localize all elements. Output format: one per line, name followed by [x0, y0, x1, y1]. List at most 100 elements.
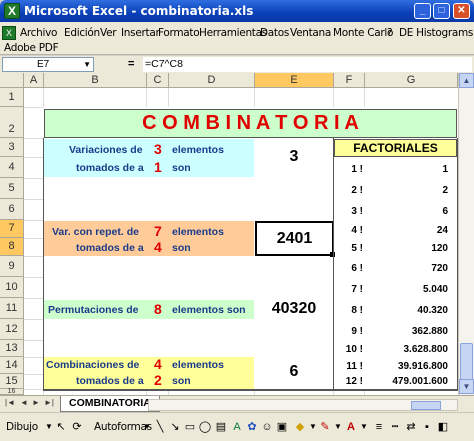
row-header-1[interactable]: 1 [0, 88, 24, 107]
row-header-5[interactable]: 5 [0, 178, 24, 199]
wordart-icon[interactable]: A [230, 420, 244, 434]
tab-combinatoria[interactable]: COMBINATORIA [60, 396, 160, 412]
line-color-icon[interactable]: ✎ [318, 420, 332, 434]
fact-v: 120 [431, 243, 448, 254]
rectangle-icon[interactable]: ▭ [183, 420, 197, 434]
sheet-title: C O M B I N A T O R I A [44, 109, 457, 138]
fact-n: 11 ! [346, 361, 363, 372]
close-button[interactable]: ✕ [453, 3, 470, 19]
chevron-down-icon[interactable]: ▼ [140, 420, 154, 434]
row-header-8[interactable]: 8 [0, 238, 24, 256]
fact-n: 3 ! [351, 206, 363, 217]
line-icon[interactable]: ╲ [153, 420, 167, 434]
row-header-11[interactable]: 11 [0, 298, 24, 319]
arrow-style-icon[interactable]: ⇄ [404, 420, 418, 434]
combinaciones-n: 4 [154, 356, 162, 372]
var-rep-k: 4 [154, 239, 162, 255]
vertical-scroll-thumb[interactable] [460, 343, 473, 381]
permutaciones-result[interactable]: 40320 [255, 300, 333, 318]
col-header-e[interactable]: E [255, 73, 334, 88]
menu-edicion[interactable]: Edición [64, 27, 100, 39]
menu-adobe-pdf[interactable]: Adobe PDF [4, 42, 59, 54]
first-sheet-icon[interactable]: |◄ [5, 398, 15, 407]
picture-icon[interactable]: ▣ [275, 420, 289, 434]
row-header-14[interactable]: 14 [0, 357, 24, 374]
chevron-down-icon[interactable]: ▼ [357, 420, 371, 434]
row-header-12[interactable]: 12 [0, 319, 24, 340]
variaciones-result[interactable]: 3 [255, 148, 333, 166]
dash-style-icon[interactable]: ┅ [388, 420, 402, 434]
row-header-13[interactable]: 13 [0, 340, 24, 357]
chevron-down-icon[interactable]: ▼ [83, 58, 91, 71]
rotate-icon[interactable]: ⟳ [70, 420, 84, 434]
col-header-b[interactable]: B [44, 73, 147, 88]
menu-ver[interactable]: Ver [100, 27, 117, 39]
fact-v: 720 [431, 263, 448, 274]
row-header-6[interactable]: 6 [0, 199, 24, 220]
cell-area[interactable]: C O M B I N A T O R I A Variaciones de 3… [24, 88, 458, 395]
vertical-scrollbar[interactable]: ▲ ▼ [458, 73, 474, 395]
row-header-15[interactable]: 15 [0, 374, 24, 389]
scroll-down-icon[interactable]: ▼ [459, 379, 474, 394]
font-color-icon[interactable]: A [344, 420, 358, 434]
menu-insertar[interactable]: Insertar [121, 27, 160, 39]
last-sheet-icon[interactable]: ►| [44, 398, 54, 407]
select-pointer-icon[interactable]: ↖ [54, 420, 68, 434]
menu-help[interactable]: ? [387, 27, 393, 39]
fact-v: 479.001.600 [392, 376, 448, 387]
textbox-icon[interactable]: ▤ [214, 420, 228, 434]
border-line [43, 389, 458, 391]
menu-de-histograms[interactable]: DE Histograms [399, 27, 473, 39]
arrow-icon[interactable]: ↘ [168, 420, 182, 434]
combinaciones-result[interactable]: 6 [255, 363, 333, 381]
fact-n: 10 ! [345, 344, 363, 355]
row-header-9[interactable]: 9 [0, 256, 24, 277]
next-sheet-icon[interactable]: ► [32, 398, 40, 407]
col-header-f[interactable]: F [334, 73, 365, 88]
col-header-c[interactable]: C [147, 73, 169, 88]
fill-color-icon[interactable]: ◆ [293, 420, 307, 434]
workbook-icon[interactable]: X [2, 26, 16, 40]
diagram-icon[interactable]: ✿ [245, 420, 259, 434]
row-header-4[interactable]: 4 [0, 157, 24, 178]
fact-n: 4 ! [351, 225, 363, 236]
permutaciones-n: 8 [154, 301, 162, 317]
menu-formato[interactable]: Formato [158, 27, 200, 39]
formula-input[interactable]: =C7^C8 [143, 57, 472, 72]
col-header-d[interactable]: D [169, 73, 255, 88]
menu-datos[interactable]: Datos [260, 27, 289, 39]
oval-icon[interactable]: ◯ [198, 420, 212, 434]
dibujo-menu[interactable]: Dibujo [6, 421, 38, 433]
row-header-2[interactable]: 2 [0, 107, 24, 138]
row-header-10[interactable]: 10 [0, 277, 24, 298]
clipart-icon[interactable]: ☺ [260, 420, 274, 434]
line-style-icon[interactable]: ≡ [372, 420, 386, 434]
menu-ventana[interactable]: Ventana [290, 27, 331, 39]
menu-herramientas[interactable]: Herramientas [199, 27, 267, 39]
active-cell-e7[interactable]: 2401 [255, 221, 334, 256]
fact-n: 7 ! [351, 284, 363, 295]
3d-icon[interactable]: ◧ [436, 420, 450, 434]
variaciones-son: son [172, 162, 191, 174]
fact-n: 2 ! [351, 185, 363, 196]
col-header-a[interactable]: A [24, 73, 44, 88]
name-box-value: E7 [37, 59, 50, 70]
shadow-icon[interactable]: ▪ [420, 420, 434, 434]
select-all-corner[interactable] [0, 73, 24, 88]
horizontal-scrollbar[interactable] [148, 399, 458, 411]
var-rep-elementos: elementos [172, 226, 224, 238]
maximize-button[interactable]: □ [433, 3, 450, 19]
chevron-down-icon[interactable]: ▼ [331, 420, 345, 434]
minimize-button[interactable]: _ [414, 3, 431, 19]
excel-icon[interactable]: X [4, 3, 20, 19]
scroll-up-icon[interactable]: ▲ [459, 73, 474, 88]
fact-v: 362.880 [411, 326, 448, 337]
prev-sheet-icon[interactable]: ◄ [20, 398, 28, 407]
menu-archivo[interactable]: Archivo [20, 27, 57, 39]
menu-monte-carlo[interactable]: Monte Carlo [333, 27, 393, 39]
horizontal-scroll-thumb[interactable] [411, 401, 441, 410]
col-header-g[interactable]: G [365, 73, 458, 88]
row-header-3[interactable]: 3 [0, 138, 24, 157]
name-box[interactable]: E7 ▼ [2, 57, 94, 72]
row-header-7[interactable]: 7 [0, 220, 24, 238]
